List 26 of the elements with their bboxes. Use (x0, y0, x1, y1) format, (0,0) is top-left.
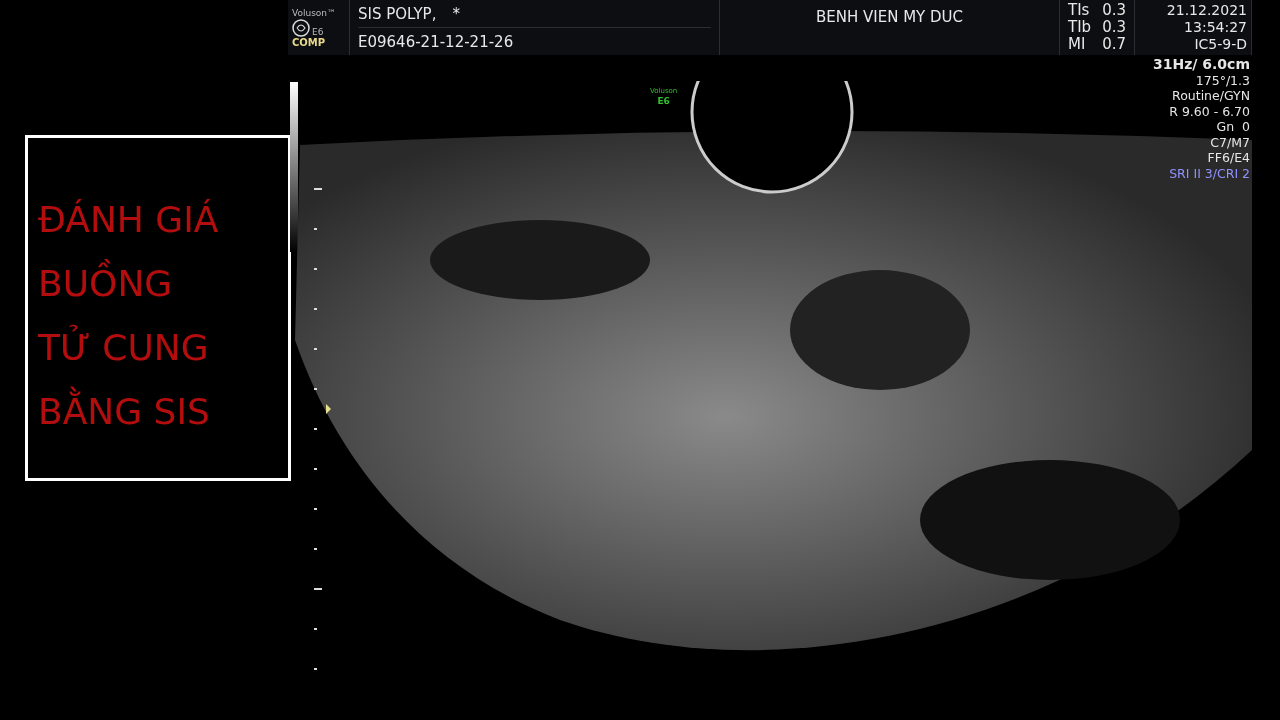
index-value: 0.3 (1102, 2, 1126, 19)
title-text: ĐÁNH GIÁ BUỒNG TỬ CUNG BẰNG SIS (25, 135, 291, 481)
flag-mark: * (452, 4, 460, 23)
exam-id: E09646-21-12-21-26 (358, 32, 514, 51)
index-label: MI (1068, 36, 1086, 53)
hospital-name: BENH VIEN MY DUC (814, 7, 965, 26)
setting-text: 31Hz/ 6.0cm (1152, 57, 1250, 73)
setting-text: SRI II 3/CRI 2 (1169, 165, 1250, 181)
setting-text: FF6/E4 (1207, 150, 1250, 166)
setting-text: R 9.60 - 6.70 (1169, 103, 1250, 119)
setting-text: Routine/GYN (1172, 88, 1250, 104)
brand-label: Voluson™ (292, 7, 338, 19)
setting-text: C7/M7 (1210, 134, 1250, 150)
model-label: E6 (312, 26, 324, 37)
date-text: 21.12.2021 (1165, 2, 1247, 19)
index-value: 0.7 (1102, 36, 1126, 53)
time-text: 13:54:27 (1183, 19, 1247, 36)
index-value: 0.3 (1102, 19, 1126, 36)
logo-icon (292, 18, 310, 37)
probe-text: IC5-9-D (1193, 36, 1247, 53)
index-label: TIb (1068, 19, 1092, 36)
comp-label: COMP (292, 36, 327, 48)
index-label: TIs (1068, 2, 1090, 19)
patient-name: SIS POLYP, (358, 4, 437, 23)
setting-text: 175°/1.3 (1195, 72, 1250, 88)
setting-text: Gn 0 (1216, 119, 1250, 135)
